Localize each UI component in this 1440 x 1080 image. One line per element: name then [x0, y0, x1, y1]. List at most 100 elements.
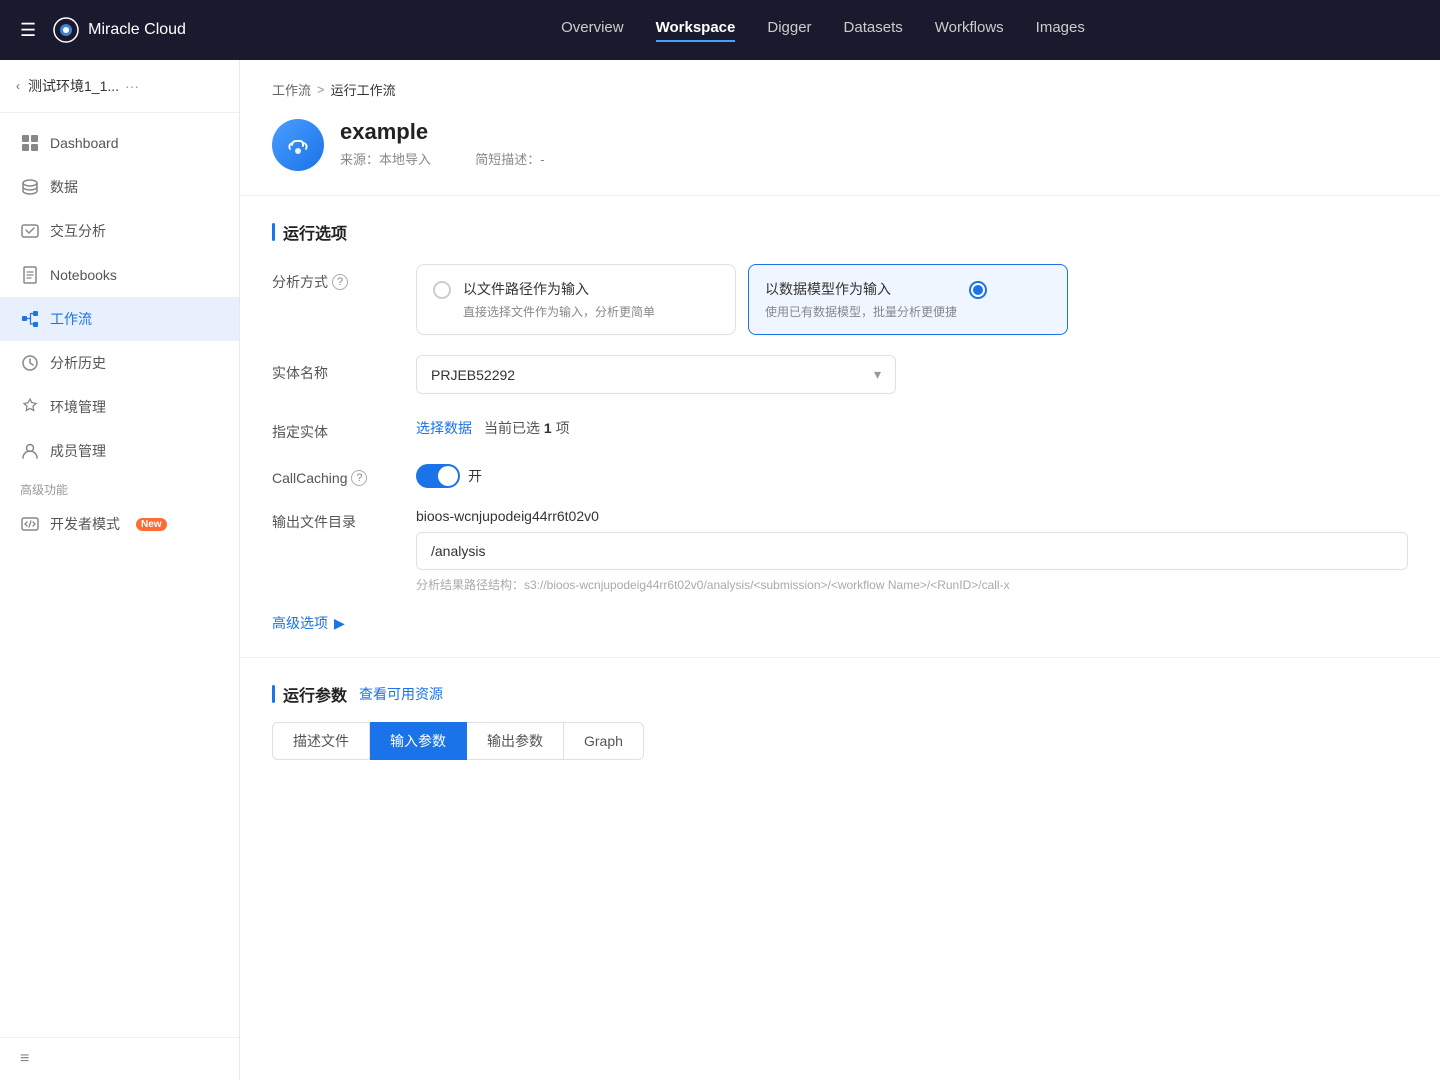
sidebar-item-workflow[interactable]: 工作流 [0, 297, 239, 341]
devmode-icon [20, 514, 40, 534]
breadcrumb-separator: > [317, 82, 325, 97]
tab-graph[interactable]: Graph [564, 722, 644, 760]
page-header-meta: 来源：本地导入 简短描述：- [340, 149, 545, 168]
env-mgmt-icon [20, 397, 40, 417]
analysis-method-help-icon[interactable]: ? [332, 274, 348, 290]
entity-name-control: PRJEB52292 ▾ [416, 355, 1408, 394]
sidebar-item-notebooks[interactable]: Notebooks [0, 253, 239, 297]
section-title-bar [272, 223, 275, 241]
call-caching-label: CallCaching ? [272, 462, 392, 486]
section-title-bar-2 [272, 685, 275, 703]
page-header: example 来源：本地导入 简短描述：- [240, 111, 1440, 196]
sidebar-collapse-btn[interactable]: ≡ [0, 1037, 239, 1080]
analysis-method-row: 分析方式 ? 以文件路径作为输入 直接选择文件作为输入，分析更简单 以数据模型作… [272, 264, 1408, 335]
output-hint: 分析结果路径结构：s3://bioos-wcnjupodeig44rr6t02v… [416, 576, 1408, 593]
entity-name-label: 实体名称 [272, 355, 392, 383]
run-options-section: 运行选项 分析方式 ? 以文件路径作为输入 直接选择文件作为输入，分析更简单 [240, 196, 1440, 658]
breadcrumb: 工作流 > 运行工作流 [240, 60, 1440, 111]
sidebar-env-name: 测试环境1_1... [28, 76, 119, 96]
nav-datasets[interactable]: Datasets [844, 19, 903, 42]
tab-describe-file[interactable]: 描述文件 [272, 722, 370, 760]
nav-digger[interactable]: Digger [767, 19, 811, 42]
sidebar-item-interactive[interactable]: 交互分析 [0, 209, 239, 253]
entity-name-value: PRJEB52292 [431, 367, 515, 383]
entity-name-row: 实体名称 PRJEB52292 ▾ [272, 355, 1408, 394]
run-options-title: 运行选项 [272, 220, 1408, 244]
output-dir-control: bioos-wcnjupodeig44rr6t02v0 分析结果路径结构：s3:… [416, 508, 1408, 593]
sidebar-label-interactive: 交互分析 [50, 221, 106, 241]
sidebar-item-members[interactable]: 成员管理 [0, 429, 239, 473]
logo-text: Miracle Cloud [88, 21, 186, 39]
sidebar-label-data: 数据 [50, 177, 78, 197]
selected-count-text: 当前已选 1 项 [484, 418, 570, 438]
source-label: 来源：本地导入 [340, 152, 431, 167]
sidebar-item-env-mgmt[interactable]: 环境管理 [0, 385, 239, 429]
sidebar-label-history: 分析历史 [50, 353, 106, 373]
tab-input-params[interactable]: 输入参数 [370, 722, 467, 760]
advanced-options-toggle[interactable]: 高级选项 ▶ [272, 613, 1408, 633]
workflow-name: example [340, 119, 545, 145]
sidebar-item-devmode[interactable]: 开发者模式 New [0, 502, 239, 546]
sidebar-item-data[interactable]: 数据 [0, 165, 239, 209]
call-caching-row: CallCaching ? 开 [272, 462, 1408, 488]
sidebar-env-selector[interactable]: ‹ 测试环境1_1... ··· [0, 60, 239, 113]
main-content: 工作流 > 运行工作流 example 来源：本地导入 简短描述：- [240, 60, 1440, 1080]
output-path-input[interactable] [416, 532, 1408, 570]
call-caching-help-icon[interactable]: ? [351, 470, 367, 486]
sidebar-footer-icon: ≡ [20, 1050, 29, 1067]
sidebar-item-history[interactable]: 分析历史 [0, 341, 239, 385]
nav-workspace[interactable]: Workspace [656, 19, 736, 42]
dashboard-icon [20, 133, 40, 153]
sidebar-nav: Dashboard 数据 交互分析 Notebooks [0, 113, 239, 1037]
sidebar-label-notebooks: Notebooks [50, 267, 117, 283]
select-data-link[interactable]: 选择数据 [416, 418, 472, 438]
history-icon [20, 353, 40, 373]
page-header-info: example 来源：本地导入 简短描述：- [340, 119, 545, 168]
view-resources-link[interactable]: 查看可用资源 [359, 684, 443, 704]
workflow-icon [20, 309, 40, 329]
menu-icon[interactable]: ☰ [20, 20, 36, 41]
output-bucket: bioos-wcnjupodeig44rr6t02v0 [416, 508, 1408, 524]
nav-workflows[interactable]: Workflows [935, 19, 1004, 42]
interactive-icon [20, 221, 40, 241]
call-caching-control: 开 [416, 462, 1408, 488]
notebooks-icon [20, 265, 40, 285]
entity-name-select[interactable]: PRJEB52292 ▾ [416, 355, 896, 394]
radio-card-file-path[interactable]: 以文件路径作为输入 直接选择文件作为输入，分析更简单 [416, 264, 736, 335]
specify-entity-row: 指定实体 选择数据 当前已选 1 项 [272, 414, 1408, 442]
top-nav: ☰ Miracle Cloud Overview Workspace Digge… [0, 0, 1440, 60]
sidebar-item-dashboard[interactable]: Dashboard [0, 121, 239, 165]
breadcrumb-parent[interactable]: 工作流 [272, 80, 311, 99]
sidebar-label-members: 成员管理 [50, 441, 106, 461]
nav-images[interactable]: Images [1036, 19, 1085, 42]
main-layout: ‹ 测试环境1_1... ··· Dashboard 数据 交互 [0, 60, 1440, 1080]
run-params-title: 运行参数 [272, 682, 347, 706]
desc-label: 简短描述：- [475, 152, 544, 167]
logo-icon [52, 16, 80, 44]
sidebar-advanced-section: 高级功能 [0, 473, 239, 502]
radio-card-data-model-text: 以数据模型作为输入 使用已有数据模型，批量分析更便捷 [765, 279, 957, 320]
call-caching-toggle[interactable] [416, 464, 460, 488]
radio-dot-file-path [433, 281, 451, 299]
output-dir-label: 输出文件目录 [272, 508, 392, 532]
toggle-knob [438, 466, 458, 486]
analysis-method-label: 分析方式 ? [272, 264, 392, 292]
tab-output-params[interactable]: 输出参数 [467, 722, 564, 760]
workflow-icon-avatar [272, 119, 324, 171]
run-params-tabs: 描述文件 输入参数 输出参数 Graph [272, 722, 1408, 760]
nav-overview[interactable]: Overview [561, 19, 624, 42]
nav-logo: Miracle Cloud [52, 16, 186, 44]
radio-card-data-model[interactable]: 以数据模型作为输入 使用已有数据模型，批量分析更便捷 [748, 264, 1068, 335]
toggle-label: 开 [468, 466, 482, 486]
breadcrumb-current: 运行工作流 [331, 80, 396, 99]
sidebar: ‹ 测试环境1_1... ··· Dashboard 数据 交互 [0, 60, 240, 1080]
specify-entity-control: 选择数据 当前已选 1 项 [416, 414, 1408, 438]
members-icon [20, 441, 40, 461]
sidebar-label-env-mgmt: 环境管理 [50, 397, 106, 417]
advanced-options-label: 高级选项 [272, 613, 328, 633]
sidebar-label-dashboard: Dashboard [50, 135, 119, 151]
radio-card-file-path-text: 以文件路径作为输入 直接选择文件作为输入，分析更简单 [463, 279, 655, 320]
sidebar-label-workflow: 工作流 [50, 309, 92, 329]
sidebar-label-devmode: 开发者模式 [50, 514, 120, 534]
chevron-down-icon: ▾ [874, 366, 881, 383]
